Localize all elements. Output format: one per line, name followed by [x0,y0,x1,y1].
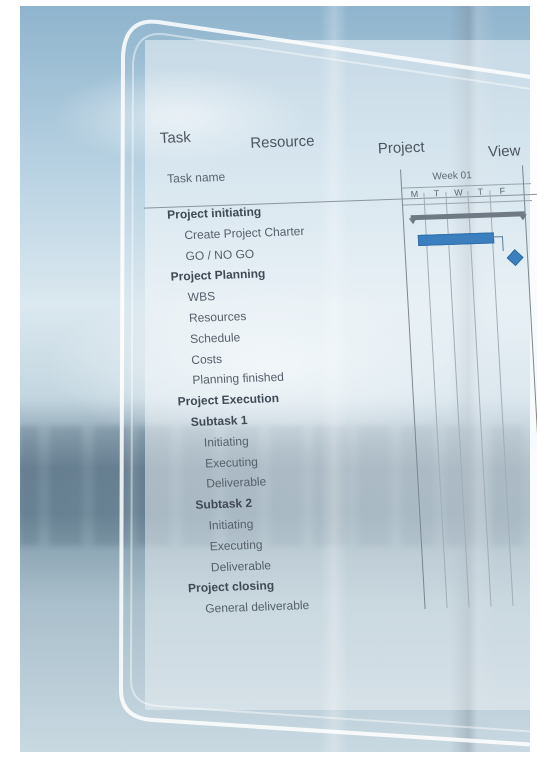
gantt-gridline [423,192,448,609]
menu-resource[interactable]: Resource [250,133,315,152]
task-row[interactable]: Deliverable [206,475,267,491]
gantt-gridline [445,192,470,608]
task-row[interactable]: Schedule [190,330,241,346]
task-row[interactable]: Initiating [204,434,249,450]
task-row[interactable]: Planning finished [192,370,284,387]
task-row[interactable]: Executing [209,537,262,553]
gantt-day: M [410,189,419,200]
menu-task[interactable]: Task [159,129,191,147]
menu-view[interactable]: View [488,142,521,160]
menu-project[interactable]: Project [377,139,425,158]
gantt-day: T [477,186,484,197]
gantt-day: F [499,185,506,197]
dependency-arrow-icon [491,236,504,252]
task-group-row[interactable]: Project Planning [170,267,265,284]
gantt-chart: Week 01 M T W T F [400,164,537,609]
gantt-gridline [467,191,492,607]
task-group-row[interactable]: Project initiating [167,205,262,222]
task-row[interactable]: GO / NO GO [185,246,254,262]
task-group-row[interactable]: Project closing [188,579,275,596]
gantt-day: T [433,188,440,199]
task-row[interactable]: Costs [191,352,222,367]
gantt-day-header: M T W T F [401,183,532,206]
task-row[interactable]: Create Project Charter [184,224,305,242]
task-group-row[interactable]: Subtask 1 [190,413,247,429]
column-header-task-name: Task name [166,169,226,186]
task-group-row[interactable]: Subtask 2 [195,496,252,512]
milestone-diamond-icon[interactable] [506,249,524,267]
gantt-gridline [521,165,537,605]
summary-bar-icon[interactable] [410,211,525,221]
task-row[interactable]: Initiating [208,517,253,533]
gantt-week-label: Week 01 [432,170,473,183]
task-row[interactable]: WBS [187,289,215,304]
task-bar-icon[interactable] [417,232,495,247]
task-row[interactable]: General deliverable [205,598,310,616]
task-row[interactable]: Resources [189,309,247,325]
task-row[interactable]: Deliverable [211,558,272,574]
project-app-ui: Task Resource Project View Task name Pro… [0,0,537,775]
task-row[interactable]: Executing [205,454,258,470]
task-group-row[interactable]: Project Execution [177,391,279,409]
gantt-day: W [453,187,463,198]
